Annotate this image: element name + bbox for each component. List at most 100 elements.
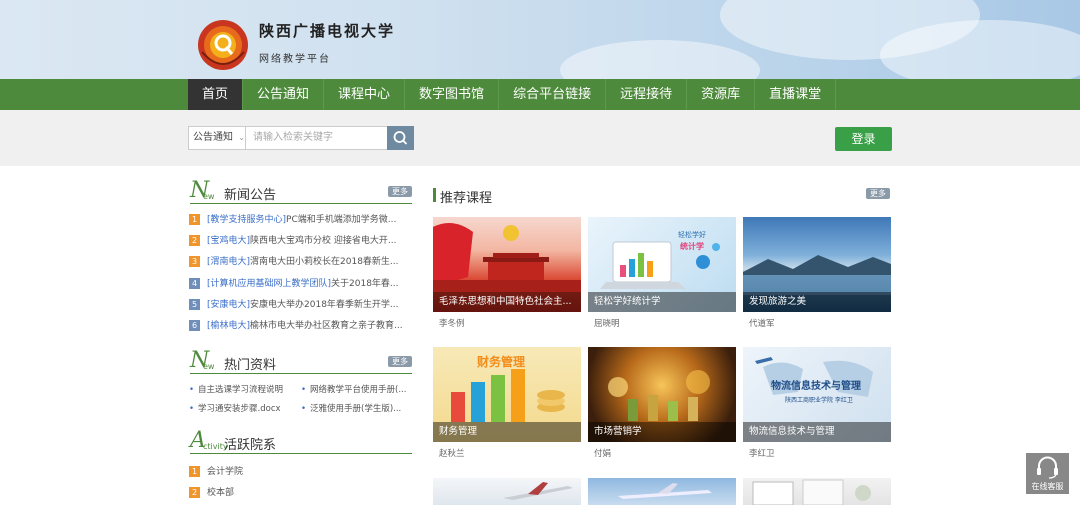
news-text: 关于2018年春... <box>331 278 399 289</box>
course-title[interactable]: 市场营销学 <box>588 422 736 442</box>
new-badge-suffix: ew <box>203 362 215 371</box>
news-tag: [渭南电大] <box>207 257 251 268</box>
main-nav: 首页 公告通知 课程中心 数字图书馆 综合平台链接 远程接待 资源库 直播课堂 <box>0 79 1080 110</box>
course-card[interactable]: 财务管理 财务管理 赵秋兰 <box>433 347 581 464</box>
news-rank-badge: 5 <box>189 298 200 310</box>
hot-resource-item[interactable]: • 泛雅使用手册(学生版)... <box>301 402 411 414</box>
nav-item-5[interactable]: 远程接待 <box>606 79 688 110</box>
course-card[interactable]: 市场营销学付娟 <box>588 347 736 464</box>
recommend-title: 推荐课程 <box>440 191 493 206</box>
recommend-more-button[interactable]: 更多 <box>866 188 890 199</box>
hot-resource-item[interactable]: • 学习通安装步骤.docx <box>189 402 297 414</box>
search-category-value: 公告通知 <box>193 132 233 143</box>
customer-service-label: 在线客服 <box>1031 482 1064 491</box>
news-tag: [宝鸡电大] <box>207 236 251 247</box>
news-item[interactable]: 4 [计算机应用基础网上教学团队]关于2018年春... <box>189 276 407 294</box>
department-text: 校本部 <box>207 488 235 498</box>
course-card[interactable]: 轻松学好 统计学 轻松学好统计学 屈晓明 <box>588 217 736 334</box>
course-teacher: 付娟 <box>594 449 612 459</box>
airplane-icon <box>503 482 573 500</box>
course-title[interactable]: 发现旅游之美 <box>743 292 891 312</box>
news-item[interactable]: 6 [榆林电大]榆林市电大举办社区教育之亲子教育... <box>189 318 407 336</box>
airplane-icon <box>618 483 712 499</box>
news-text: PC端和手机端添加学务微... <box>286 215 397 225</box>
news-tag: [榆林电大] <box>207 321 251 331</box>
news-section-header: N ew 新闻公告 <box>190 178 412 204</box>
course-title[interactable]: 毛泽东思想和中国特色社会主... <box>433 292 581 312</box>
course-teacher: 代道军 <box>749 319 775 329</box>
nav-item-1[interactable]: 公告通知 <box>243 79 325 110</box>
search-category-select[interactable]: 公告通知 ⌄ <box>188 126 246 150</box>
news-text: 渭南电大田小莉校长在2018春新生... <box>250 257 399 268</box>
search-input[interactable]: 请输入检索关键字 <box>246 126 388 150</box>
course-image-text: 物流信息技术与管理 <box>771 381 861 392</box>
news-item[interactable]: 5 [安康电大]安康电大举办2018年春季新生开学... <box>189 297 407 315</box>
course-title[interactable]: 物流信息技术与管理 <box>743 422 891 442</box>
news-item[interactable]: 1 [教学支持服务中心]PC端和手机端添加学务微... <box>189 212 407 230</box>
nav-item-4[interactable]: 综合平台链接 <box>499 79 607 110</box>
course-image-text: 财务管理 <box>477 355 526 369</box>
login-button[interactable]: 登录 <box>835 127 892 151</box>
news-text: 榆林市电大举办社区教育之亲子教育... <box>250 321 403 331</box>
hot-more-button[interactable]: 更多 <box>388 356 412 367</box>
search-bar: 公告通知 ⌄ 请输入检索关键字 <box>0 110 1080 166</box>
news-title: 新闻公告 <box>224 188 277 203</box>
news-tag: [安康电大] <box>207 299 251 310</box>
news-rank-badge: 2 <box>189 235 200 247</box>
site-header: 陕西广播电视大学 网络教学平台 <box>0 0 1080 79</box>
course-teacher: 李冬例 <box>439 319 465 329</box>
hot-resource-item[interactable]: • 网络教学平台使用手册(... <box>301 383 411 395</box>
hot-title: 热门资料 <box>224 358 277 373</box>
hot-resource-text: 学习通安装步骤.docx <box>198 404 281 414</box>
department-item[interactable]: 2 校本部 <box>189 485 407 503</box>
news-more-button[interactable]: 更多 <box>388 186 412 197</box>
news-item[interactable]: 2 [宝鸡电大]陕西电大宝鸡市分校 迎接省电大开... <box>189 233 407 251</box>
department-rank-badge: 1 <box>189 466 200 477</box>
course-image-text: 统计学 <box>680 242 704 251</box>
site-title: 陕西广播电视大学 <box>259 22 396 40</box>
headset-icon <box>1037 456 1058 479</box>
course-image-text: 轻松学好 <box>678 231 706 239</box>
course-teacher: 屈晓明 <box>594 319 620 329</box>
active-title: 活跃院系 <box>224 438 277 453</box>
site-subtitle: 网络教学平台 <box>259 54 331 65</box>
customer-service-button[interactable]: 在线客服 <box>1026 453 1069 494</box>
news-rank-badge: 3 <box>189 256 200 268</box>
nav-item-6[interactable]: 资源库 <box>687 79 756 110</box>
course-card-partial[interactable] <box>588 478 736 505</box>
search-button[interactable] <box>387 126 414 150</box>
news-item[interactable]: 3 [渭南电大]渭南电大田小莉校长在2018春新生... <box>189 254 407 272</box>
news-text: 陕西电大宝鸡市分校 迎接省电大开... <box>250 236 397 247</box>
news-rank-badge: 4 <box>189 277 200 289</box>
course-card-partial[interactable] <box>743 478 891 505</box>
recommend-header: 推荐课程 <box>433 187 892 206</box>
nav-item-2[interactable]: 课程中心 <box>324 79 406 110</box>
hot-section-header: N ew 热门资料 <box>190 348 412 374</box>
search-icon <box>393 131 408 145</box>
news-tag: [计算机应用基础网上教学团队] <box>207 278 332 289</box>
hot-resource-text: 泛雅使用手册(学生版)... <box>310 404 402 414</box>
department-item[interactable]: 1 会计学院 <box>189 464 407 482</box>
bullet-icon: • <box>301 404 307 414</box>
hot-resource-item[interactable]: • 自主选课学习流程说明 <box>189 383 297 395</box>
nav-item-3[interactable]: 数字图书馆 <box>405 79 500 110</box>
hot-resource-text: 自主选课学习流程说明 <box>198 385 284 395</box>
course-card[interactable]: 毛泽东思想和中国特色社会主... 李冬例 <box>433 217 581 334</box>
bullet-icon: • <box>189 385 195 395</box>
course-card[interactable]: 物流信息技术与管理 陕西工商职业学院 李红卫 物流信息技术与管理 李红卫 <box>743 347 891 464</box>
course-title[interactable]: 财务管理 <box>433 422 581 442</box>
hot-resource-text: 网络教学平台使用手册(... <box>310 385 407 395</box>
course-teacher: 赵秋兰 <box>439 449 465 459</box>
department-text: 会计学院 <box>207 467 244 477</box>
recommend-accent-bar <box>433 188 436 202</box>
course-card-partial[interactable] <box>433 478 581 505</box>
news-rank-badge: 6 <box>189 320 200 331</box>
bullet-icon: • <box>189 404 195 414</box>
course-title[interactable]: 轻松学好统计学 <box>588 292 736 312</box>
nav-item-0[interactable]: 首页 <box>188 79 244 110</box>
university-logo-icon[interactable] <box>196 18 250 72</box>
course-teacher: 李红卫 <box>749 449 775 459</box>
course-card[interactable]: 发现旅游之美代道军 <box>743 217 891 334</box>
nav-item-7[interactable]: 直播课堂 <box>755 79 837 110</box>
chevron-down-icon: ⌄ <box>238 133 245 142</box>
